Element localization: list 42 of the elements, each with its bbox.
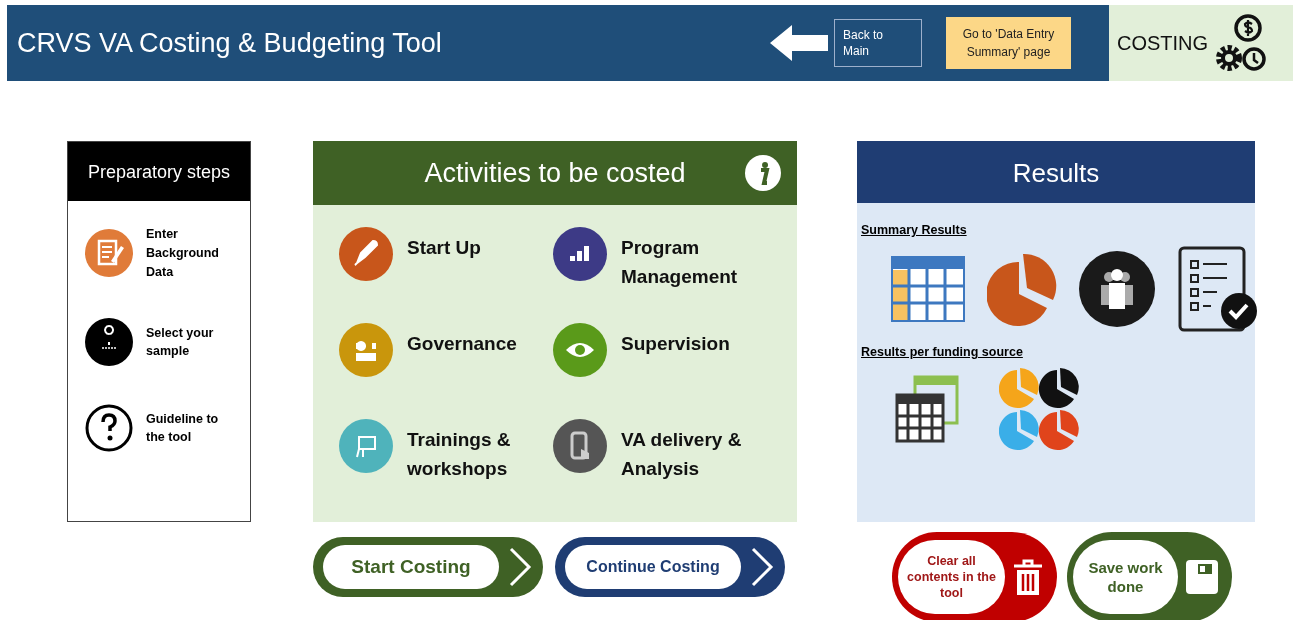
- section-label: COSTING: [1117, 31, 1209, 55]
- section-heading: Results per funding source: [861, 345, 1023, 359]
- back-to-main-button[interactable]: Back to Main: [834, 19, 922, 67]
- activity-label[interactable]: Supervision: [621, 323, 730, 359]
- step-label[interactable]: Select your sample: [146, 323, 240, 361]
- left-arrow-icon[interactable]: [770, 25, 828, 61]
- phone-touch-icon[interactable]: [553, 419, 607, 473]
- data-entry-summary-button[interactable]: Go to 'Data Entry Summary' page: [946, 17, 1071, 69]
- panel-title: Activities to be costed: [424, 157, 686, 189]
- stacked-tables-icon[interactable]: [895, 375, 959, 443]
- pie-chart-icon[interactable]: [987, 252, 1057, 326]
- eye-icon[interactable]: [553, 323, 607, 377]
- button-label: Clear all contents in the tool: [898, 540, 1005, 614]
- save-work-button[interactable]: Save work done: [1067, 532, 1232, 620]
- bar-chart-icon[interactable]: [553, 227, 607, 281]
- step-label[interactable]: Enter Background Data: [146, 225, 240, 282]
- activity-label[interactable]: Start Up: [407, 227, 481, 263]
- table-icon[interactable]: [891, 256, 965, 322]
- clear-contents-button[interactable]: Clear all contents in the tool: [892, 532, 1057, 620]
- app-title: CRVS VA Costing & Budgeting Tool: [16, 27, 443, 59]
- activity-label[interactable]: Trainings & workshops: [407, 419, 553, 484]
- costing-button[interactable]: Start Costing: [313, 537, 543, 597]
- pie-charts-icon[interactable]: [999, 367, 1081, 451]
- button-label: Start Costing: [323, 545, 499, 589]
- button-label: Continue Costing: [565, 545, 741, 589]
- people-group-icon[interactable]: [1079, 251, 1155, 327]
- section-heading: Summary Results: [861, 223, 967, 237]
- activity-label[interactable]: Program Management: [621, 227, 803, 292]
- checklist-icon[interactable]: [1177, 245, 1259, 333]
- costing-button[interactable]: Continue Costing: [555, 537, 785, 597]
- chevron-right-icon: [507, 547, 533, 587]
- step-label[interactable]: Guideline to the tool: [146, 409, 240, 447]
- activity-label[interactable]: VA delivery & Analysis: [621, 419, 803, 484]
- info-icon[interactable]: [745, 155, 781, 191]
- form-pencil-icon[interactable]: [84, 228, 134, 279]
- panel-title: Preparatory steps: [68, 142, 250, 201]
- panel-title: Results: [857, 141, 1255, 203]
- question-mark-icon[interactable]: [84, 403, 134, 454]
- activity-label[interactable]: Governance: [407, 323, 517, 359]
- trash-can-icon: [1013, 558, 1043, 596]
- chevron-right-icon: [749, 547, 775, 587]
- button-label: Save work done: [1073, 540, 1178, 614]
